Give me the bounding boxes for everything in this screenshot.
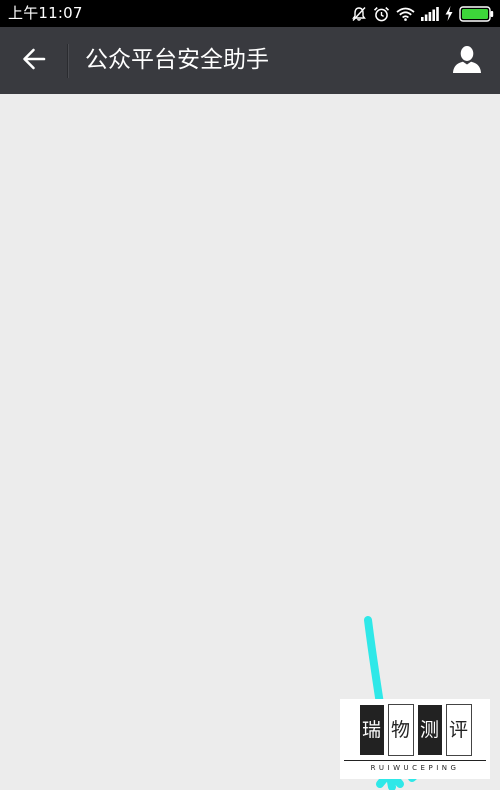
profile-button[interactable] xyxy=(434,27,500,94)
title-bar: 公众平台安全助手 xyxy=(0,27,500,94)
status-time: 上午11:07 xyxy=(8,4,83,22)
watermark-subtitle: RUIWUCEPING xyxy=(370,764,460,772)
watermark-divider xyxy=(344,760,486,761)
back-button[interactable] xyxy=(0,27,67,94)
watermark: 瑞 物 测 评 RUIWUCEPING xyxy=(340,699,490,779)
status-bar: 上午11:07 xyxy=(0,0,500,27)
arrow-left-icon xyxy=(22,48,46,74)
charging-icon xyxy=(445,6,453,21)
chat-screen: 上午11:07 公众平台安全助手 瑞 物 测 评 RUIWUCEPING xyxy=(0,0,500,790)
wifi-icon xyxy=(396,7,415,21)
battery-icon xyxy=(459,5,494,22)
status-icons xyxy=(351,0,494,27)
watermark-logo: 瑞 物 测 评 xyxy=(340,704,490,756)
watermark-char: 评 xyxy=(445,704,472,756)
watermark-char: 测 xyxy=(417,705,442,755)
watermark-char: 物 xyxy=(387,704,414,756)
watermark-char: 瑞 xyxy=(359,705,384,755)
header-divider xyxy=(67,43,68,78)
mute-icon xyxy=(351,6,367,22)
page-title: 公众平台安全助手 xyxy=(85,47,269,73)
signal-icon xyxy=(421,6,439,21)
person-icon xyxy=(452,44,482,78)
alarm-icon xyxy=(373,6,390,22)
